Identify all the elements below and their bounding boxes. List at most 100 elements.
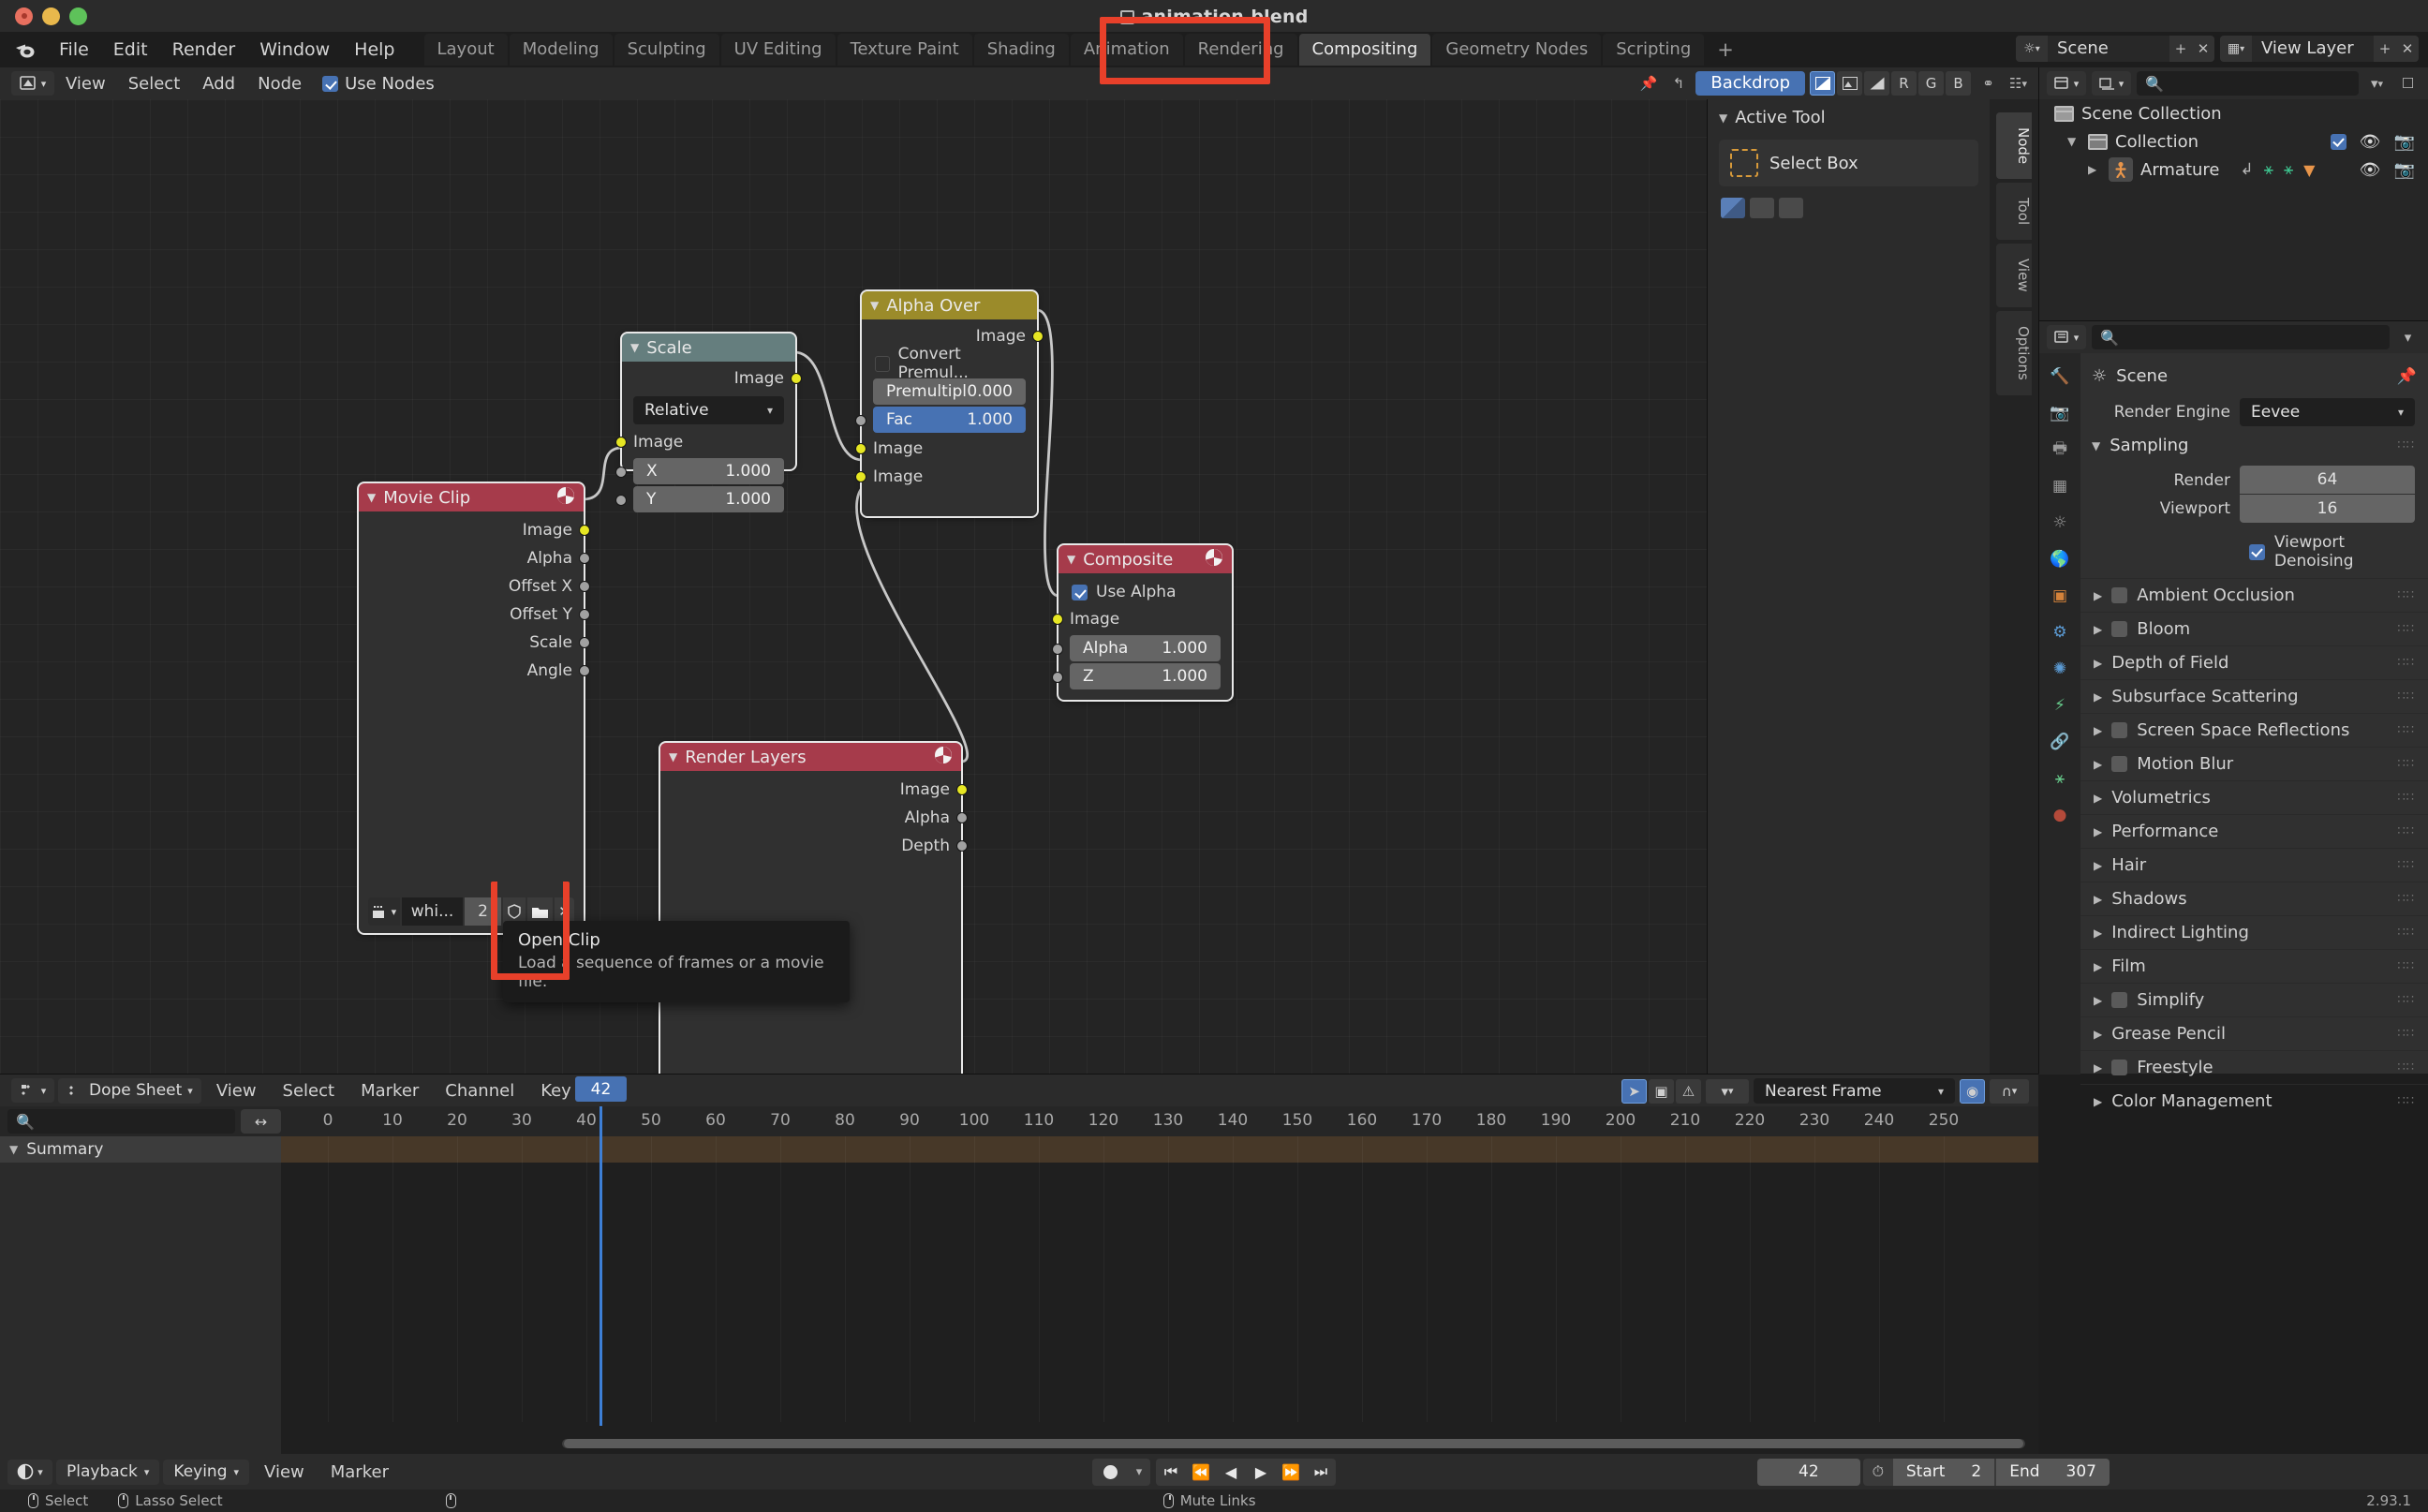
node-alpha-over[interactable]: ▼ Alpha Over Image Convert Premul... Pre… bbox=[862, 291, 1037, 516]
end-frame-field[interactable]: End 307 bbox=[1996, 1459, 2110, 1486]
collapse-triangle-icon[interactable]: ▼ bbox=[367, 491, 376, 504]
play-icon[interactable]: ▶ bbox=[1246, 1459, 1276, 1486]
panel-ambient-occlusion[interactable]: ▶ Ambient Occlusion ∷∷ bbox=[2080, 578, 2428, 612]
tab-uv-editing[interactable]: UV Editing bbox=[721, 34, 836, 66]
properties-tab-physics[interactable]: ⚡ bbox=[2048, 693, 2072, 718]
output-socket-image[interactable] bbox=[1032, 331, 1044, 342]
bloom-checkbox[interactable] bbox=[2111, 621, 2127, 637]
node-render-layers-header[interactable]: ▼ Render Layers bbox=[660, 743, 961, 771]
properties-tab-world[interactable]: 🌎 bbox=[2048, 547, 2072, 571]
motion-blur-checkbox[interactable] bbox=[2111, 756, 2127, 772]
scene-name[interactable]: Scene bbox=[2048, 36, 2169, 62]
playhead[interactable]: 42 bbox=[600, 1106, 602, 1426]
disable-in-renders-icon[interactable]: 📷 bbox=[2394, 160, 2415, 180]
view-layer-selector[interactable]: ▦▾ View Layer + ✕ bbox=[2220, 36, 2419, 62]
composite-alpha-field[interactable]: Alpha 1.000 bbox=[1070, 635, 1221, 661]
panel-indirect-lighting[interactable]: ▶ Indirect Lighting ∷∷ bbox=[2080, 915, 2428, 949]
disclosure-triangle-icon[interactable]: ▶ bbox=[2094, 1061, 2102, 1075]
disclosure-triangle-icon[interactable]: ▶ bbox=[2094, 792, 2102, 805]
output-socket-offset-x[interactable] bbox=[579, 581, 590, 592]
backdrop-blue-channel-button[interactable]: B bbox=[1946, 71, 1971, 96]
select-set-icon[interactable] bbox=[1721, 198, 1745, 218]
new-view-layer-button[interactable]: + bbox=[2374, 36, 2396, 62]
disclosure-triangle-icon[interactable]: ▶ bbox=[2088, 163, 2101, 176]
output-socket-depth[interactable] bbox=[956, 840, 968, 852]
node-composite-header[interactable]: ▼ Composite bbox=[1059, 545, 1232, 573]
jump-to-start-icon[interactable]: ⏮ bbox=[1156, 1459, 1186, 1486]
chevron-down-icon[interactable]: ▾ bbox=[1128, 1459, 1150, 1486]
sampling-viewport-field[interactable]: 16 bbox=[2240, 495, 2415, 523]
backdrop-toggle[interactable]: Backdrop bbox=[1695, 71, 1805, 96]
remove-view-layer-button[interactable]: ✕ bbox=[2396, 36, 2419, 62]
collapse-triangle-icon[interactable]: ▼ bbox=[1719, 111, 1727, 125]
outliner-row-collection[interactable]: ▼ Collection 👁 📷 bbox=[2039, 127, 2428, 156]
outliner-search-input[interactable]: 🔍 bbox=[2137, 71, 2359, 96]
proportional-falloff-icon[interactable]: ∩▾ bbox=[1990, 1079, 2029, 1104]
collapse-triangle-icon[interactable]: ▼ bbox=[2092, 439, 2100, 452]
filter-icon[interactable]: ▾▾ bbox=[2364, 71, 2390, 96]
disclosure-triangle-icon[interactable]: ▶ bbox=[2094, 1095, 2102, 1108]
node-menu-node[interactable]: Node bbox=[246, 71, 313, 96]
disclosure-triangle-icon[interactable]: ▼ bbox=[2067, 135, 2080, 148]
collapse-triangle-icon[interactable]: ▼ bbox=[870, 299, 879, 312]
render-engine-dropdown[interactable]: Eevee ▾ bbox=[2240, 398, 2415, 426]
outliner-row-scene-collection[interactable]: Scene Collection bbox=[2039, 99, 2428, 127]
node-movie-clip-header[interactable]: ▼ Movie Clip bbox=[359, 483, 584, 511]
properties-tab-output[interactable]: 🖶 bbox=[2048, 437, 2072, 462]
convert-premul-toggle[interactable]: Convert Premul... bbox=[862, 350, 1037, 377]
panel-grease-pencil[interactable]: ▶ Grease Pencil ∷∷ bbox=[2080, 1016, 2428, 1050]
properties-tab-view-layer[interactable]: ▦ bbox=[2048, 474, 2072, 498]
panel-depth-of-field[interactable]: ▶ Depth of Field ∷∷ bbox=[2080, 645, 2428, 679]
input-socket-alpha[interactable] bbox=[1052, 644, 1063, 655]
panel-shadows[interactable]: ▶ Shadows ∷∷ bbox=[2080, 882, 2428, 915]
menu-help[interactable]: Help bbox=[342, 36, 407, 64]
active-tool-item[interactable]: Select Box bbox=[1719, 140, 1978, 186]
node-canvas[interactable]: ▼ Movie Clip Image Alpha bbox=[0, 99, 1707, 1074]
properties-search-input[interactable]: 🔍 bbox=[2092, 325, 2390, 349]
editor-type-selector[interactable]: ▾ bbox=[11, 71, 54, 96]
tab-layout[interactable]: Layout bbox=[424, 34, 508, 66]
tab-rendering[interactable]: Rendering bbox=[1185, 34, 1297, 66]
timeline-editor-type-selector[interactable]: ▾ bbox=[7, 1460, 52, 1485]
node-menu-view[interactable]: View bbox=[54, 71, 117, 96]
properties-tab-data[interactable]: ⚹ bbox=[2048, 766, 2072, 791]
disclosure-triangle-icon[interactable]: ▶ bbox=[2094, 690, 2102, 704]
disclosure-triangle-icon[interactable]: ▶ bbox=[2094, 825, 2102, 838]
timeline-ruler[interactable]: 0 10 20 30 40 50 60 70 80 90 100 110 120… bbox=[281, 1106, 2038, 1136]
collapse-triangle-icon[interactable]: ▼ bbox=[630, 341, 639, 354]
properties-tab-render[interactable]: 📷 bbox=[2048, 401, 2072, 425]
properties-tab-modifiers[interactable]: ⚙ bbox=[2048, 620, 2072, 645]
collection-exclude-checkbox[interactable] bbox=[2331, 134, 2347, 150]
disclosure-triangle-icon[interactable]: ▶ bbox=[2094, 960, 2102, 973]
node-movie-clip[interactable]: ▼ Movie Clip Image Alpha bbox=[359, 483, 584, 933]
mesh-data-icon[interactable]: ▼ bbox=[2303, 161, 2315, 179]
output-socket-image[interactable] bbox=[579, 525, 590, 536]
panel-color-management[interactable]: ▶ Color Management ∷∷ bbox=[2080, 1084, 2428, 1118]
panel-performance[interactable]: ▶ Performance ∷∷ bbox=[2080, 814, 2428, 848]
use-nodes-checkbox[interactable] bbox=[322, 76, 338, 92]
freestyle-checkbox[interactable] bbox=[2111, 1060, 2127, 1075]
node-scale[interactable]: ▼ Scale Image Relative ▾ Image bbox=[622, 334, 795, 469]
clip-name-field[interactable]: whi... bbox=[402, 897, 464, 926]
hide-in-viewport-icon[interactable]: 👁 bbox=[2360, 132, 2381, 152]
output-socket-image[interactable] bbox=[956, 784, 968, 795]
sidebar-tab-view[interactable]: View bbox=[1996, 244, 2032, 307]
scrollbar-thumb[interactable] bbox=[564, 1439, 2023, 1448]
scene-selector[interactable]: ☼▾ Scene + ✕ bbox=[2016, 36, 2214, 62]
tab-scripting[interactable]: Scripting bbox=[1603, 34, 1704, 66]
dopesheet-menu-view[interactable]: View bbox=[205, 1078, 268, 1104]
node-alpha-over-header[interactable]: ▼ Alpha Over bbox=[862, 291, 1037, 319]
tab-sculpting[interactable]: Sculpting bbox=[614, 34, 719, 66]
use-alpha-checkbox[interactable] bbox=[1072, 585, 1088, 600]
output-socket-alpha[interactable] bbox=[956, 812, 968, 823]
disclosure-triangle-icon[interactable]: ▶ bbox=[2094, 926, 2102, 940]
panel-subsurface-scattering[interactable]: ▶ Subsurface Scattering ∷∷ bbox=[2080, 679, 2428, 713]
simplify-checkbox[interactable] bbox=[2111, 992, 2127, 1008]
input-socket-image-1[interactable] bbox=[855, 443, 866, 454]
outliner-editor-type-selector[interactable]: ▾ bbox=[2047, 71, 2086, 96]
show-hidden-icon[interactable]: ▣ bbox=[1649, 1079, 1674, 1104]
use-nodes-toggle[interactable]: Use Nodes bbox=[322, 74, 435, 94]
input-socket-fac[interactable] bbox=[855, 415, 866, 426]
only-errors-icon[interactable]: ⚠ bbox=[1676, 1079, 1701, 1104]
properties-editor-type-selector[interactable]: ▾ bbox=[2047, 325, 2086, 349]
